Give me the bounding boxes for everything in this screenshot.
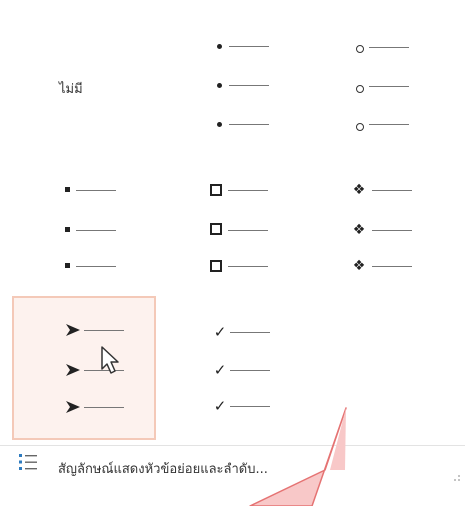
bullet-option-hollow-square[interactable] [160,160,300,300]
arrowhead-bullet-icon [66,324,80,336]
bullet-option-checkmark[interactable]: ✓ ✓ ✓ [160,296,300,436]
text-line [228,266,268,267]
bullet-option-small-square[interactable] [14,160,154,300]
bullet-option-ring[interactable] [306,16,446,156]
ring-bullet-icon [356,123,364,131]
square-bullet-icon [65,187,70,192]
bullet-option-dot[interactable] [160,16,300,156]
diamond-bullet-icon: ❖ [352,182,366,198]
bullet-option-diamond[interactable]: ❖ ❖ ❖ [306,160,446,300]
text-line [229,124,269,125]
text-line [229,46,269,47]
ring-bullet-icon [356,45,364,53]
text-line [372,266,412,267]
diamond-bullet-icon: ❖ [352,222,366,238]
hollow-square-bullet-icon [210,184,222,196]
dot-bullet-icon [217,44,222,49]
text-line [372,230,412,231]
list-icon [19,454,37,470]
checkmark-bullet-icon: ✓ [213,323,227,341]
text-line [230,332,270,333]
dot-bullet-icon [217,83,222,88]
define-bullet-label: สัญลักษณ์แสดงหัวข้อย่อยและลำดับ... [58,462,268,477]
arrowhead-bullet-icon [66,401,80,413]
bullet-option-arrowhead[interactable] [12,296,156,440]
text-line [230,370,270,371]
text-line [369,124,409,125]
text-line [228,190,268,191]
text-line [369,86,409,87]
text-line [84,407,124,408]
text-line [369,47,409,48]
square-bullet-icon [65,227,70,232]
dot-bullet-icon [217,122,222,127]
none-label: ไม่มี [59,82,83,97]
checkmark-bullet-icon: ✓ [213,397,227,415]
text-line [372,190,412,191]
text-line [229,85,269,86]
mouse-pointer-icon [101,346,119,374]
ring-bullet-icon [356,85,364,93]
checkmark-bullet-icon: ✓ [213,361,227,379]
diamond-bullet-icon: ❖ [352,258,366,274]
hollow-square-bullet-icon [210,223,222,235]
text-line [228,230,268,231]
bullet-library-gallery: ไม่มี ❖ ❖ ❖ ✓ ✓ ✓ สัญลักษณ์แสดงหัวข้อย่อ… [0,0,465,506]
hollow-square-bullet-icon [210,260,222,272]
define-bullet-menu-item[interactable]: สัญลักษณ์แสดงหัวข้อย่อยและลำดับ... [0,445,465,486]
text-line [230,406,270,407]
text-line [84,330,124,331]
text-line [76,190,116,191]
bullet-option-none[interactable]: ไม่มี [14,16,154,156]
arrowhead-bullet-icon [66,364,80,376]
text-line [76,266,116,267]
square-bullet-icon [65,263,70,268]
text-line [76,230,116,231]
resize-grip-icon[interactable] [453,474,461,482]
